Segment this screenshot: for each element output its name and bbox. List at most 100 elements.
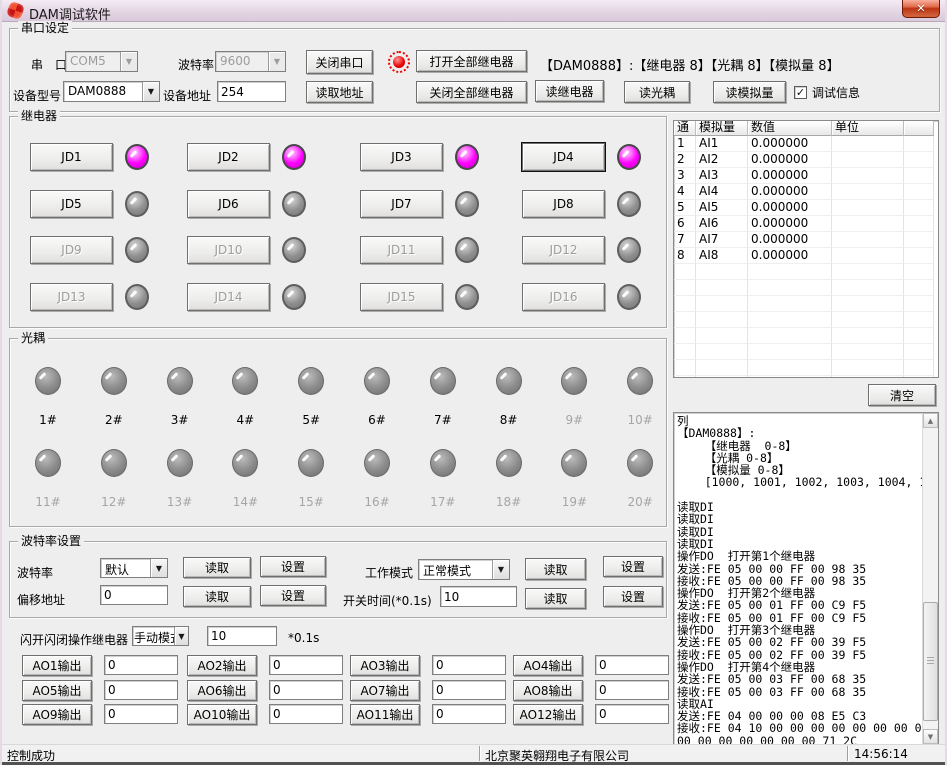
relay-cell: JD15: [360, 283, 479, 311]
read-opto-button[interactable]: 读光耦: [624, 81, 690, 103]
table-row-empty: [674, 328, 938, 344]
relay-button-jd7[interactable]: JD7: [360, 190, 443, 218]
header-cell[interactable]: 模拟量: [696, 121, 748, 136]
table-row[interactable]: 1AI10.000000: [674, 136, 938, 152]
read-analog-button[interactable]: 读模拟量: [713, 81, 786, 103]
ao-value-input-2[interactable]: [269, 655, 343, 675]
table-cell: [696, 328, 748, 344]
baudrate-read-button[interactable]: 读取: [183, 557, 251, 578]
ao-value-input-9[interactable]: [104, 704, 178, 724]
header-cell[interactable]: [904, 121, 934, 136]
ao-cell: AO4输出: [513, 655, 583, 676]
close-port-button[interactable]: 关闭串口: [306, 50, 373, 74]
port-label: 串 口: [31, 56, 67, 73]
table-row[interactable]: 6AI60.000000: [674, 216, 938, 232]
ao-cell: AO9输出: [22, 704, 92, 725]
ao-value-input-12[interactable]: [595, 704, 669, 724]
switch-time-input[interactable]: [440, 586, 517, 607]
device-addr-input[interactable]: [217, 81, 286, 102]
debug-info-checkbox[interactable]: ✓ 调试信息: [794, 84, 860, 101]
switch-time-set-button[interactable]: 设置: [603, 586, 663, 607]
table-row[interactable]: 5AI50.000000: [674, 200, 938, 216]
opto-cell: 5#: [287, 367, 335, 427]
ao-value-input-10[interactable]: [269, 704, 343, 724]
offset-set-button[interactable]: 设置: [260, 585, 326, 606]
clear-log-button[interactable]: 清空: [868, 384, 936, 406]
relay-button-jd16: JD16: [522, 283, 605, 311]
relay-led-jd7: [455, 191, 479, 217]
close-all-relays-button[interactable]: 关闭全部继电器: [416, 81, 527, 103]
table-cell: [696, 280, 748, 296]
relay-button-jd1[interactable]: JD1: [30, 143, 113, 171]
ao-button-7[interactable]: AO7输出: [350, 680, 420, 701]
ao-button-9[interactable]: AO9输出: [22, 704, 92, 725]
scrollbar-thumb[interactable]: [923, 602, 938, 721]
table-cell: [674, 328, 696, 344]
ao-value-input-6[interactable]: [269, 680, 343, 700]
ao-button-4[interactable]: AO4输出: [513, 655, 583, 676]
ao-value-input-7[interactable]: [432, 680, 506, 700]
relay-button-jd5[interactable]: JD5: [30, 190, 113, 218]
log-box[interactable]: 列 【DAM0888】: 【继电器 0-8】 【光耦 0-8】 【模拟量 0-8…: [673, 412, 939, 745]
relay-button-jd9: JD9: [30, 236, 113, 264]
table-row[interactable]: 2AI20.000000: [674, 152, 938, 168]
flash-time-input[interactable]: [207, 626, 277, 646]
workmode-read-button[interactable]: 读取: [525, 558, 586, 580]
relay-button-jd6[interactable]: JD6: [187, 190, 270, 218]
relay-button-jd2[interactable]: JD2: [187, 143, 270, 171]
table-cell: [904, 280, 934, 296]
ao-button-1[interactable]: AO1输出: [22, 655, 92, 676]
header-cell[interactable]: 单位: [832, 121, 904, 136]
device-info-text: 【DAM0888】:【继电器 8】【光耦 8】【模拟量 8】: [540, 55, 840, 74]
read-relay-button[interactable]: 读继电器: [535, 80, 604, 102]
open-all-relays-button[interactable]: 打开全部继电器: [416, 50, 527, 72]
relay-cell: JD7: [360, 190, 479, 218]
flash-mode-combobox[interactable]: 手动模式 ▼: [132, 626, 189, 646]
ao-value-input-3[interactable]: [432, 655, 506, 675]
table-cell: [904, 200, 934, 216]
ao-button-10[interactable]: AO10输出: [187, 704, 257, 725]
ao-button-3[interactable]: AO3输出: [350, 655, 420, 676]
ao-button-2[interactable]: AO2输出: [187, 655, 257, 676]
table-row[interactable]: 3AI30.000000: [674, 168, 938, 184]
workmode-combobox[interactable]: 正常模式 ▼: [418, 559, 510, 580]
ao-button-6[interactable]: AO6输出: [187, 680, 257, 701]
read-addr-button[interactable]: 读取地址: [306, 81, 373, 103]
table-cell: 0.000000: [748, 248, 832, 264]
ao-button-11[interactable]: AO11输出: [350, 704, 420, 725]
relay-button-jd8[interactable]: JD8: [522, 190, 605, 218]
table-row[interactable]: 4AI40.000000: [674, 184, 938, 200]
led-highlight: [460, 150, 468, 158]
model-combobox[interactable]: DAM0888 ▼: [63, 81, 160, 102]
header-cell[interactable]: 数值: [748, 121, 832, 136]
opto-cell: 1#: [24, 367, 72, 427]
offset-addr-input[interactable]: [100, 585, 168, 605]
opto-led-20: [627, 449, 653, 477]
led-highlight: [170, 372, 178, 380]
scroll-down-icon[interactable]: ▼: [923, 729, 938, 744]
relay-cell: JD3: [360, 143, 479, 171]
ao-value-input-4[interactable]: [595, 655, 669, 675]
opto-cell: 20#: [616, 449, 664, 509]
table-row[interactable]: 8AI80.000000: [674, 248, 938, 264]
switch-time-read-button[interactable]: 读取: [525, 588, 586, 609]
workmode-set-button[interactable]: 设置: [603, 556, 663, 577]
scroll-up-icon[interactable]: ▲: [923, 413, 938, 428]
baudrate-combobox[interactable]: 默认 ▼: [100, 558, 168, 578]
close-button[interactable]: ✕: [902, 0, 940, 18]
log-scrollbar[interactable]: ▲ ▼: [922, 413, 938, 744]
ao-button-8[interactable]: AO8输出: [513, 680, 583, 701]
ao-value-input-8[interactable]: [595, 680, 669, 700]
ao-button-12[interactable]: AO12输出: [513, 704, 583, 725]
ao-value-input-5[interactable]: [104, 680, 178, 700]
table-cell: AI3: [696, 168, 748, 184]
baudrate-set-button[interactable]: 设置: [260, 556, 326, 577]
relay-button-jd4[interactable]: JD4: [522, 143, 605, 171]
table-row[interactable]: 7AI70.000000: [674, 232, 938, 248]
ao-value-input-11[interactable]: [432, 704, 506, 724]
relay-button-jd3[interactable]: JD3: [360, 143, 443, 171]
ao-value-input-1[interactable]: [104, 655, 178, 675]
ao-button-5[interactable]: AO5输出: [22, 680, 92, 701]
header-cell[interactable]: 通: [674, 121, 696, 136]
offset-read-button[interactable]: 读取: [183, 586, 251, 607]
